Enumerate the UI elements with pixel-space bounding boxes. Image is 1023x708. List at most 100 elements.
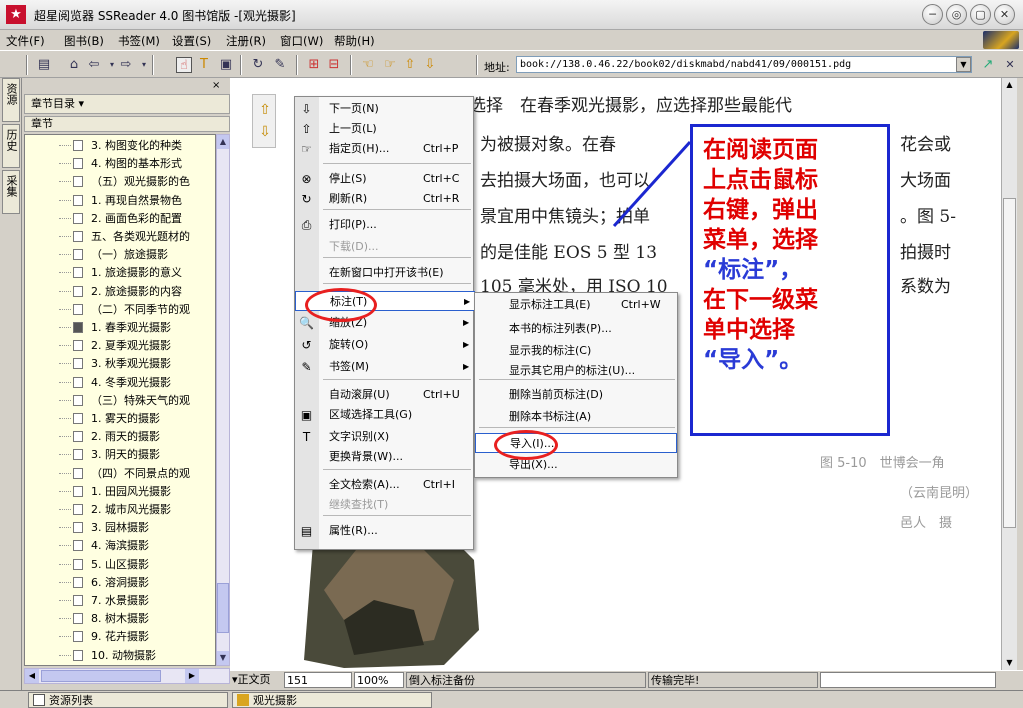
menu-window[interactable]: 窗口(W) xyxy=(280,33,323,49)
tree-item[interactable]: （四）不同景点的观 xyxy=(25,465,215,482)
scroll-right-icon[interactable]: ▶ xyxy=(185,669,199,683)
tree-item[interactable]: 1. 田园风光摄影 xyxy=(25,483,215,500)
menu-register[interactable]: 注册(R) xyxy=(226,33,266,49)
scroll-up-icon[interactable]: ▲ xyxy=(1002,78,1017,92)
context-menu-item[interactable]: T 文字识别(X) xyxy=(295,427,473,447)
tree-item[interactable]: 五、各类观光题材的 xyxy=(25,228,215,245)
close-button[interactable]: ✕ xyxy=(994,4,1015,25)
help-button[interactable]: ─ xyxy=(922,4,943,25)
scroll-down-icon[interactable]: ▼ xyxy=(1002,656,1017,670)
go-icon[interactable]: ↗ xyxy=(980,57,996,73)
context-menu-item[interactable]: 更换背景(W)... xyxy=(295,447,473,467)
tree-item[interactable]: 2. 雨天的摄影 xyxy=(25,428,215,445)
context-menu-item[interactable]: ⎙ 打印(P)... xyxy=(295,215,473,235)
next-page-icon[interactable]: ⇩ xyxy=(422,57,438,73)
tree-item[interactable]: 2. 夏季观光摄影 xyxy=(25,337,215,354)
scroll-thumb[interactable] xyxy=(1003,198,1016,528)
tree-item[interactable]: 6. 溶洞摄影 xyxy=(25,574,215,591)
tree-item[interactable]: 3. 园林摄影 xyxy=(25,519,215,536)
address-dropdown-button[interactable]: ▼ xyxy=(956,57,971,72)
context-menu-item[interactable]: ✎ 书签(M) ▶ xyxy=(295,357,473,377)
panel-close-icon[interactable]: × xyxy=(212,80,220,91)
tree-item[interactable]: 9. 花卉摄影 xyxy=(25,628,215,645)
tree-item[interactable]: 1. 雾天的摄影 xyxy=(25,410,215,427)
panel-header[interactable]: 章节目录 ▾ xyxy=(24,94,230,114)
tree-item[interactable]: 3. 阴天的摄影 xyxy=(25,446,215,463)
tree-item[interactable]: 2. 画面色彩的配置 xyxy=(25,210,215,227)
address-input[interactable]: book://138.0.46.22/book02/diskmabd/nabd4… xyxy=(516,56,972,73)
scroll-thumb[interactable] xyxy=(41,670,161,682)
tree-item[interactable]: 4. 海滨摄影 xyxy=(25,537,215,554)
context-menu-item[interactable]: 全文检索(A)... Ctrl+I xyxy=(295,475,473,495)
progress-scroller[interactable] xyxy=(820,672,996,688)
submenu-item[interactable]: 显示我的标注(C) xyxy=(475,341,677,361)
list-icon[interactable]: ▤ xyxy=(36,57,52,73)
tab-book[interactable]: 观光摄影 xyxy=(232,692,432,708)
tree-item[interactable]: 1. 再现自然景物色 xyxy=(25,192,215,209)
context-menu-item[interactable]: ▣ 区域选择工具(G) xyxy=(295,405,473,425)
tree-item[interactable]: （五）观光摄影的色 xyxy=(25,173,215,190)
submenu-item[interactable]: 本书的标注列表(P)... xyxy=(475,319,677,339)
context-menu-item[interactable]: 下载(D)... xyxy=(295,237,473,257)
tree-item[interactable]: 4. 构图的基本形式 xyxy=(25,155,215,172)
first-page-icon[interactable]: ☜ xyxy=(360,57,376,73)
context-menu-item[interactable]: ☞ 指定页(H)... Ctrl+P xyxy=(295,139,473,159)
submenu-item[interactable]: 显示其它用户的标注(U)... xyxy=(475,361,677,381)
context-menu-item[interactable]: ↺ 旋转(O) ▶ xyxy=(295,335,473,355)
page-vertical-scrollbar[interactable]: ▲ ▼ xyxy=(1001,78,1017,670)
tree-item[interactable]: 1. 春季观光摄影 xyxy=(25,319,215,336)
tree-item[interactable]: 2. 旅途摄影的内容 xyxy=(25,283,215,300)
zoom-in-icon[interactable]: ⊞ xyxy=(306,57,322,73)
scroll-left-icon[interactable]: ◀ xyxy=(25,669,39,683)
tree-item[interactable]: 2. 城市风光摄影 xyxy=(25,501,215,518)
tree-item[interactable]: 8. 树木摄影 xyxy=(25,610,215,627)
scroll-up-icon[interactable]: ▲ xyxy=(217,135,229,149)
context-menu-item[interactable]: ⊗ 停止(S) Ctrl+C xyxy=(295,169,473,189)
annotate-icon[interactable]: ✎ xyxy=(272,57,288,73)
forward-dropdown-icon[interactable]: ▾ xyxy=(136,57,152,73)
context-menu-item[interactable]: 继续查找(T) xyxy=(295,495,473,515)
tree-item[interactable]: 10. 动物摄影 xyxy=(25,647,215,664)
context-menu-item[interactable]: ⇩ 下一页(N) xyxy=(295,99,473,119)
tree-item[interactable]: （三）特殊天气的观 xyxy=(25,392,215,409)
tree-vertical-scrollbar[interactable]: ▲ ▼ xyxy=(216,134,230,666)
tree-item[interactable]: 4. 冬季观光摄影 xyxy=(25,374,215,391)
region-select-icon[interactable]: ▣ xyxy=(218,57,234,73)
context-menu-item[interactable]: ↻ 刷新(R) Ctrl+R xyxy=(295,189,473,209)
back-icon[interactable]: ⇦ xyxy=(86,57,102,73)
tree-item[interactable]: 7. 水景摄影 xyxy=(25,592,215,609)
tree-item[interactable]: 5. 山区摄影 xyxy=(25,556,215,573)
page-type-dropdown[interactable]: ▾正文页 xyxy=(230,672,282,688)
minimize-button[interactable]: ◎ xyxy=(946,4,967,25)
menu-settings[interactable]: 设置(S) xyxy=(172,33,211,49)
down-arrow-icon[interactable]: ⇩ xyxy=(256,123,274,141)
home-icon[interactable]: ⌂ xyxy=(66,57,82,73)
maximize-button[interactable]: ▢ xyxy=(970,4,991,25)
tree-item[interactable]: （一）旅途摄影 xyxy=(25,246,215,263)
context-menu-item[interactable]: ▤ 属性(R)... xyxy=(295,521,473,541)
tree-item[interactable]: 1. 旅途摄影的意义 xyxy=(25,264,215,281)
tab-resources[interactable]: 资源 xyxy=(2,78,20,122)
zoom-out-icon[interactable]: ⊟ xyxy=(326,57,342,73)
submenu-item[interactable]: 删除本书标注(A) xyxy=(475,407,677,427)
scroll-down-icon[interactable]: ▼ xyxy=(217,651,229,665)
context-menu-item[interactable]: ⇧ 上一页(L) xyxy=(295,119,473,139)
text-tool-icon[interactable]: T xyxy=(196,57,212,73)
forward-icon[interactable]: ⇨ xyxy=(118,57,134,73)
up-arrow-icon[interactable]: ⇧ xyxy=(256,101,274,119)
refresh-icon[interactable]: ↻ xyxy=(250,57,266,73)
tree-item[interactable]: （二）不同季节的观 xyxy=(25,301,215,318)
hand-tool-icon[interactable]: ☝ xyxy=(176,57,192,73)
menu-help[interactable]: 帮助(H) xyxy=(334,33,375,49)
last-page-icon[interactable]: ☞ xyxy=(382,57,398,73)
tab-resource-list[interactable]: 资源列表 xyxy=(28,692,228,708)
submenu-item[interactable]: 删除当前页标注(D) xyxy=(475,385,677,405)
tree-item[interactable]: 3. 构图变化的种类 xyxy=(25,137,215,154)
menu-bookmark[interactable]: 书签(M) xyxy=(118,33,160,49)
close-toolbar-icon[interactable]: ✕ xyxy=(1002,57,1018,73)
page-number-field[interactable]: 151 xyxy=(284,672,352,688)
tree-horizontal-scrollbar[interactable]: ◀ ▶ xyxy=(24,668,230,684)
menu-file[interactable]: 文件(F) xyxy=(6,33,45,49)
menu-book[interactable]: 图书(B) xyxy=(64,33,104,49)
tab-history[interactable]: 历史 xyxy=(2,124,20,168)
